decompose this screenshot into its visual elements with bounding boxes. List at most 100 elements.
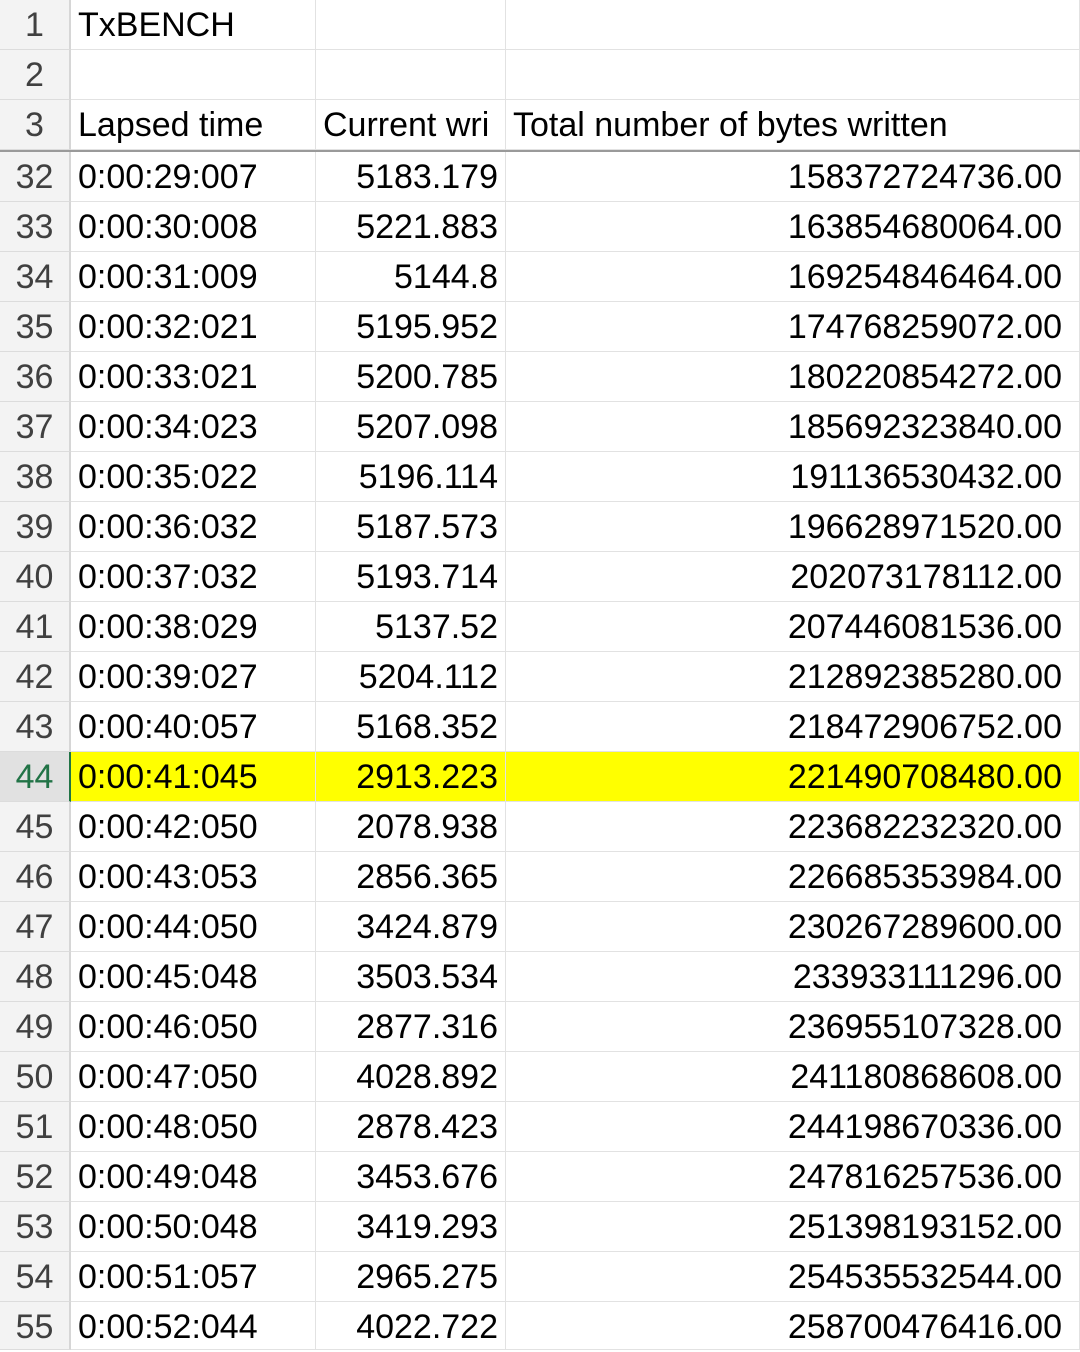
total-bytes-cell[interactable]: 226685353984.00	[506, 852, 1080, 902]
sheet-row-1[interactable]: 1 TxBENCH	[0, 0, 1080, 50]
table-row[interactable]: 42 0:00:39:027 5204.112 212892385280.00	[0, 652, 1080, 702]
table-row[interactable]: 54 0:00:51:057 2965.275 254535532544.00	[0, 1252, 1080, 1302]
cell-b1[interactable]	[316, 0, 506, 50]
lapsed-time-cell[interactable]: 0:00:46:050	[71, 1002, 316, 1052]
lapsed-time-cell[interactable]: 0:00:48:050	[71, 1102, 316, 1152]
row-header[interactable]: 48	[0, 952, 71, 1002]
cell-c1[interactable]	[506, 0, 1080, 50]
lapsed-time-cell[interactable]: 0:00:29:007	[71, 152, 316, 202]
lapsed-time-cell[interactable]: 0:00:38:029	[71, 602, 316, 652]
lapsed-time-cell[interactable]: 0:00:49:048	[71, 1152, 316, 1202]
total-bytes-cell[interactable]: 247816257536.00	[506, 1152, 1080, 1202]
current-write-cell[interactable]: 2078.938	[316, 802, 506, 852]
lapsed-time-cell[interactable]: 0:00:35:022	[71, 452, 316, 502]
lapsed-time-cell[interactable]: 0:00:39:027	[71, 652, 316, 702]
table-row[interactable]: 52 0:00:49:048 3453.676 247816257536.00	[0, 1152, 1080, 1202]
row-header[interactable]: 45	[0, 802, 71, 852]
row-header[interactable]: 49	[0, 1002, 71, 1052]
total-bytes-cell[interactable]: 251398193152.00	[506, 1202, 1080, 1252]
lapsed-time-cell[interactable]: 0:00:42:050	[71, 802, 316, 852]
cell-a1[interactable]: TxBENCH	[71, 0, 316, 50]
lapsed-time-cell[interactable]: 0:00:52:044	[71, 1302, 316, 1350]
current-write-cell[interactable]: 5207.098	[316, 402, 506, 452]
row-header-active[interactable]: 44	[0, 752, 71, 802]
sheet-row-3[interactable]: 3 Lapsed time Current wri Total number o…	[0, 100, 1080, 150]
lapsed-time-cell[interactable]: 0:00:30:008	[71, 202, 316, 252]
total-bytes-cell[interactable]: 191136530432.00	[506, 452, 1080, 502]
row-header[interactable]: 46	[0, 852, 71, 902]
lapsed-time-cell[interactable]: 0:00:33:021	[71, 352, 316, 402]
row-header[interactable]: 1	[0, 0, 71, 50]
lapsed-time-cell[interactable]: 0:00:50:048	[71, 1202, 316, 1252]
lapsed-time-cell[interactable]: 0:00:34:023	[71, 402, 316, 452]
table-row[interactable]: 36 0:00:33:021 5200.785 180220854272.00	[0, 352, 1080, 402]
current-write-cell[interactable]: 2856.365	[316, 852, 506, 902]
current-write-cell[interactable]: 5168.352	[316, 702, 506, 752]
row-header[interactable]: 34	[0, 252, 71, 302]
total-bytes-cell[interactable]: 163854680064.00	[506, 202, 1080, 252]
row-header[interactable]: 50	[0, 1052, 71, 1102]
total-bytes-cell[interactable]: 174768259072.00	[506, 302, 1080, 352]
row-header[interactable]: 41	[0, 602, 71, 652]
total-bytes-cell[interactable]: 207446081536.00	[506, 602, 1080, 652]
sheet-row-2[interactable]: 2	[0, 50, 1080, 100]
current-write-cell[interactable]: 2965.275	[316, 1252, 506, 1302]
table-row[interactable]: 39 0:00:36:032 5187.573 196628971520.00	[0, 502, 1080, 552]
cell-a2[interactable]	[71, 50, 316, 100]
cell-b2[interactable]	[316, 50, 506, 100]
row-header[interactable]: 40	[0, 552, 71, 602]
total-bytes-cell[interactable]: 221490708480.00	[506, 752, 1080, 802]
row-header[interactable]: 38	[0, 452, 71, 502]
row-header[interactable]: 35	[0, 302, 71, 352]
total-bytes-cell[interactable]: 241180868608.00	[506, 1052, 1080, 1102]
current-write-cell[interactable]: 5221.883	[316, 202, 506, 252]
total-bytes-cell[interactable]: 185692323840.00	[506, 402, 1080, 452]
lapsed-time-cell[interactable]: 0:00:43:053	[71, 852, 316, 902]
current-write-cell[interactable]: 5187.573	[316, 502, 506, 552]
total-bytes-cell[interactable]: 212892385280.00	[506, 652, 1080, 702]
table-row[interactable]: 35 0:00:32:021 5195.952 174768259072.00	[0, 302, 1080, 352]
total-bytes-cell[interactable]: 254535532544.00	[506, 1252, 1080, 1302]
table-row[interactable]: 32 0:00:29:007 5183.179 158372724736.00	[0, 152, 1080, 202]
lapsed-time-cell[interactable]: 0:00:47:050	[71, 1052, 316, 1102]
total-bytes-cell[interactable]: 258700476416.00	[506, 1302, 1080, 1350]
lapsed-time-cell[interactable]: 0:00:36:032	[71, 502, 316, 552]
table-row[interactable]: 45 0:00:42:050 2078.938 223682232320.00	[0, 802, 1080, 852]
table-row[interactable]: 33 0:00:30:008 5221.883 163854680064.00	[0, 202, 1080, 252]
total-bytes-cell[interactable]: 236955107328.00	[506, 1002, 1080, 1052]
current-write-cell[interactable]: 2913.223	[316, 752, 506, 802]
column-header-total-bytes[interactable]: Total number of bytes written	[506, 100, 1080, 150]
current-write-cell[interactable]: 3503.534	[316, 952, 506, 1002]
lapsed-time-cell[interactable]: 0:00:51:057	[71, 1252, 316, 1302]
lapsed-time-cell[interactable]: 0:00:44:050	[71, 902, 316, 952]
lapsed-time-cell[interactable]: 0:00:37:032	[71, 552, 316, 602]
row-header[interactable]: 54	[0, 1252, 71, 1302]
current-write-cell[interactable]: 5196.114	[316, 452, 506, 502]
current-write-cell[interactable]: 5193.714	[316, 552, 506, 602]
lapsed-time-cell[interactable]: 0:00:40:057	[71, 702, 316, 752]
lapsed-time-cell[interactable]: 0:00:41:045	[71, 752, 316, 802]
current-write-cell[interactable]: 4028.892	[316, 1052, 506, 1102]
row-header[interactable]: 32	[0, 152, 71, 202]
current-write-cell[interactable]: 2878.423	[316, 1102, 506, 1152]
row-header[interactable]: 39	[0, 502, 71, 552]
total-bytes-cell[interactable]: 169254846464.00	[506, 252, 1080, 302]
table-row[interactable]: 41 0:00:38:029 5137.52 207446081536.00	[0, 602, 1080, 652]
row-header[interactable]: 47	[0, 902, 71, 952]
table-row[interactable]: 51 0:00:48:050 2878.423 244198670336.00	[0, 1102, 1080, 1152]
total-bytes-cell[interactable]: 196628971520.00	[506, 502, 1080, 552]
row-header[interactable]: 51	[0, 1102, 71, 1152]
table-row[interactable]: 48 0:00:45:048 3503.534 233933111296.00	[0, 952, 1080, 1002]
table-row[interactable]: 46 0:00:43:053 2856.365 226685353984.00	[0, 852, 1080, 902]
current-write-cell[interactable]: 5204.112	[316, 652, 506, 702]
column-header-lapsed-time[interactable]: Lapsed time	[71, 100, 316, 150]
row-header[interactable]: 37	[0, 402, 71, 452]
current-write-cell[interactable]: 4022.722	[316, 1302, 506, 1350]
table-row[interactable]: 47 0:00:44:050 3424.879 230267289600.00	[0, 902, 1080, 952]
lapsed-time-cell[interactable]: 0:00:45:048	[71, 952, 316, 1002]
row-header[interactable]: 52	[0, 1152, 71, 1202]
row-header[interactable]: 3	[0, 100, 71, 150]
total-bytes-cell[interactable]: 223682232320.00	[506, 802, 1080, 852]
current-write-cell[interactable]: 5195.952	[316, 302, 506, 352]
total-bytes-cell[interactable]: 244198670336.00	[506, 1102, 1080, 1152]
